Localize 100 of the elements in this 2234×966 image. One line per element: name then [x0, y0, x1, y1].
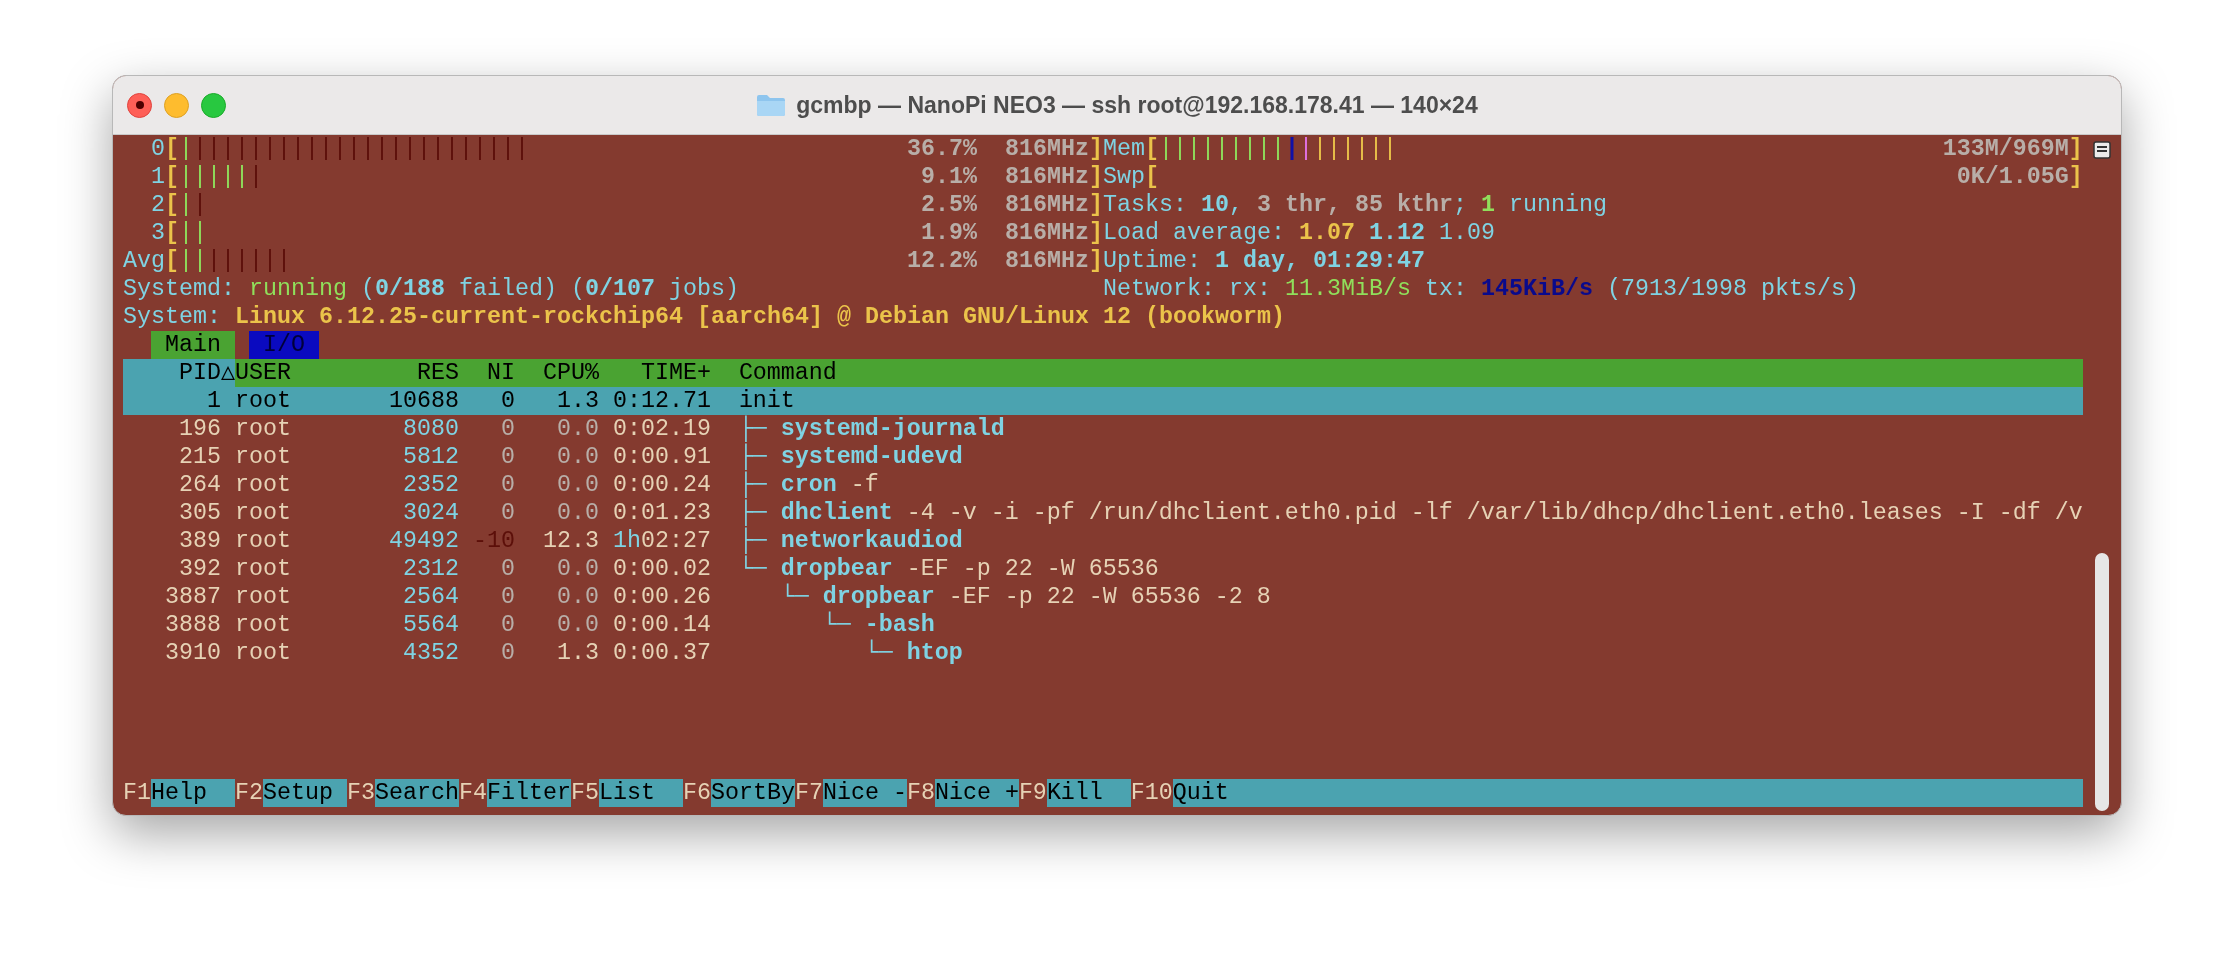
function-key[interactable]: F3: [346, 779, 375, 807]
scrollbar-thumb[interactable]: [2095, 553, 2109, 811]
table-cell-text: root: [234, 443, 292, 471]
meter-bracket: ]: [1088, 247, 1103, 275]
table-cell-text: 0.0: [555, 583, 599, 611]
meter-reading: 816MHz: [1004, 191, 1089, 219]
table-cell-text: 0:00.24: [611, 471, 712, 499]
meter-reading: 816MHz: [1004, 163, 1089, 191]
function-key[interactable]: F9: [1018, 779, 1047, 807]
systemd-status: Systemd: running (0/188 failed) (0/107 jobs): [123, 276, 739, 302]
usage-ticks-text: ||||||||||||||||||||||||: [193, 135, 529, 163]
process-row[interactable]: 3887 root 2564 0 0.0 0:00.26 └─ dropbear -EF -p 22 -W 65536 -2 8: [123, 583, 2083, 611]
function-key-label[interactable]: Nice -: [822, 779, 907, 807]
folder-icon: [756, 93, 787, 117]
column-header[interactable]: CPU%: [514, 359, 599, 387]
table-cell-text: 0: [499, 611, 515, 639]
process-row[interactable]: 3910 root 4352 0 1.3 0:00.37 └─ htop: [123, 639, 2083, 667]
table-cell-text: 0: [499, 387, 515, 415]
function-key[interactable]: F6: [682, 779, 711, 807]
function-key[interactable]: F8: [906, 779, 935, 807]
meter-bracket: [: [165, 163, 179, 191]
minimize-button[interactable]: [164, 92, 189, 118]
column-header[interactable]: Command: [738, 359, 2083, 387]
table-cell-text: root: [234, 499, 292, 527]
zoom-button[interactable]: [201, 92, 226, 118]
table-cell-text: 12.3: [541, 527, 599, 555]
meter-label: 3: [150, 219, 165, 247]
table-cell-text: 1: [206, 387, 221, 415]
table-cell-text: 3910: [164, 639, 221, 667]
close-button[interactable]: [127, 92, 152, 118]
function-key-label[interactable]: List: [598, 779, 683, 807]
table-cell-text: root: [234, 583, 292, 611]
table-cell-text: 0:01.23: [611, 499, 712, 527]
column-header[interactable]: TIME+: [598, 359, 725, 387]
table-cell-text: 2564: [401, 583, 459, 611]
table-cell-text: 5564: [401, 611, 459, 639]
meter-label: Swp: [1102, 163, 1145, 191]
function-key-label[interactable]: Filter: [486, 779, 571, 807]
process-row[interactable]: 264 root 2352 0 0.0 0:00.24 ├─ cron -f: [123, 471, 2083, 499]
function-key[interactable]: F5: [570, 779, 599, 807]
process-row[interactable]: 196 root 8080 0 0.0 0:02.19 ├─ systemd-journald: [123, 415, 2083, 443]
table-cell-text: 392: [178, 555, 221, 583]
table-cell-text: 0.0: [555, 415, 599, 443]
process-row[interactable]: 392 root 2312 0 0.0 0:00.02 └─ dropbear -EF -p 22 -W 65536: [123, 555, 2083, 583]
function-key-label[interactable]: Kill: [1046, 779, 1131, 807]
function-key-label[interactable]: SortBy: [710, 779, 795, 807]
table-cell-text: 0.0: [555, 555, 599, 583]
usage-ticks-text: ||||||: [1312, 135, 1397, 163]
pane-menu-icon[interactable]: [2093, 141, 2111, 159]
table-cell-text: 3888: [164, 611, 221, 639]
process-name: systemd-udevd: [780, 443, 963, 471]
function-key-label[interactable]: Quit: [1172, 779, 2083, 807]
meter-reading: 133M/969M: [1942, 135, 2069, 163]
system-info: System: Linux 6.12.25-current-rockchip64 [aarch64] @ Debian GNU/Linux 12 (bookworm): [123, 303, 1285, 331]
column-header[interactable]: PID: [123, 359, 221, 387]
function-key[interactable]: F4: [458, 779, 487, 807]
table-cell-text: 10688: [387, 387, 459, 415]
function-key-label[interactable]: Setup: [263, 779, 347, 807]
table-cell-text: 1h02:27: [611, 527, 712, 555]
table-cell-text: 5812: [401, 443, 459, 471]
function-key[interactable]: F10: [1130, 779, 1173, 807]
function-key-label[interactable]: Search: [374, 779, 459, 807]
function-key[interactable]: F1: [123, 779, 151, 807]
table-cell-text: root: [234, 555, 292, 583]
process-row[interactable]: 215 root 5812 0 0.0 0:00.91 ├─ systemd-udevd: [123, 443, 2083, 471]
process-name: dropbear: [822, 583, 935, 611]
process-name: cron: [780, 471, 837, 499]
process-row[interactable]: 305 root 3024 0 0.0 0:01.23 ├─ dhclient -4 -v -i -pf /run/dhclient.eth0.pid -lf /var/lib/dhcp/dhclient.eth0.leases -I -df /v: [123, 499, 2083, 527]
meter-reading: 36.7%: [906, 135, 977, 163]
usage-ticks-text: ||: [179, 247, 207, 275]
column-header[interactable]: RES: [360, 359, 459, 387]
table-cell-text: 0: [499, 443, 515, 471]
function-key[interactable]: F2: [235, 779, 263, 807]
usage-ticks-text: |: [1284, 135, 1299, 163]
meter-bracket: ]: [1088, 219, 1103, 247]
tree-branch: ├─: [738, 415, 768, 443]
table-cell-text: 215: [178, 443, 221, 471]
table-cell-text: 0:00.26: [611, 583, 712, 611]
meter-reading: 12.2%: [906, 247, 977, 275]
function-key-label[interactable]: Nice +: [934, 779, 1019, 807]
table-cell-text: root: [234, 387, 292, 415]
usage-ticks-text: |: [1298, 135, 1313, 163]
meter-bracket: [: [165, 135, 179, 163]
function-key-label[interactable]: Help: [151, 779, 235, 807]
meter-reading: 9.1%: [919, 163, 977, 191]
tree-branch: └─: [738, 555, 768, 583]
column-header[interactable]: NI: [458, 359, 515, 387]
meter-reading: 816MHz: [1004, 247, 1089, 275]
table-cell-text: 0.0: [555, 471, 599, 499]
meter-bracket: ]: [1088, 191, 1103, 219]
function-key[interactable]: F7: [794, 779, 823, 807]
meter-bracket: ]: [2068, 135, 2083, 163]
process-name: dhclient: [780, 499, 893, 527]
table-cell-text: 1.3: [555, 387, 599, 415]
process-row[interactable]: 3888 root 5564 0 0.0 0:00.14 └─ -bash: [123, 611, 2083, 639]
process-row[interactable]: 1 root 10688 0 1.3 0:12.71 init: [123, 387, 2083, 415]
table-cell-text: 4352: [401, 639, 459, 667]
tab[interactable]: Main: [151, 331, 235, 359]
table-cell-text: 0:00.02: [611, 555, 712, 583]
usage-ticks-text: |: [179, 191, 193, 219]
